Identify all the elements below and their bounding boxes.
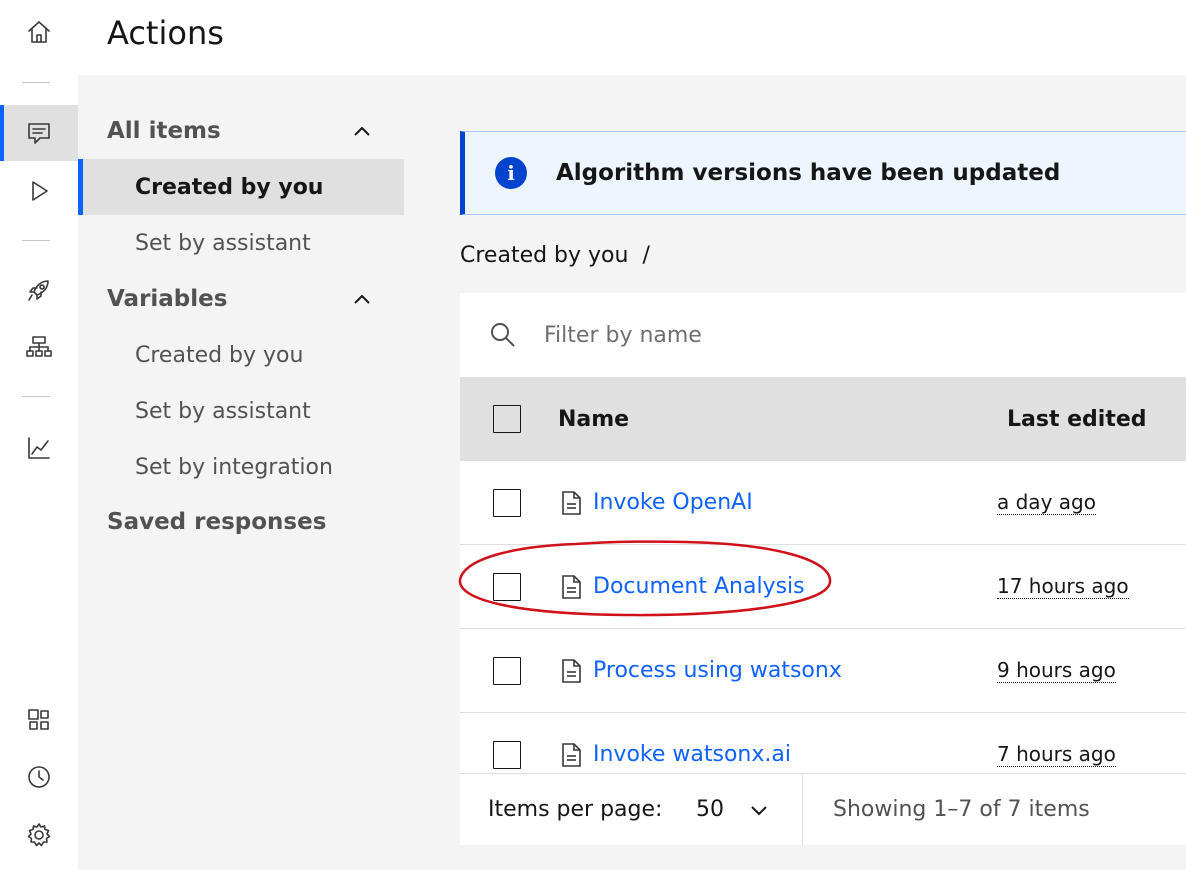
action-link[interactable]: Invoke OpenAI	[593, 490, 753, 515]
breadcrumb-separator: /	[642, 243, 650, 268]
table-search	[460, 293, 1186, 377]
info-icon: i	[495, 157, 527, 189]
analytics-button[interactable]	[0, 420, 78, 476]
nav-item-var-set-by-assistant[interactable]: Set by assistant	[78, 383, 404, 439]
last-edited-time: 17 hours ago	[997, 574, 1129, 599]
page-title: Actions	[107, 14, 224, 52]
items-per-page-select[interactable]: 50	[696, 797, 770, 822]
items-per-page-value: 50	[696, 797, 724, 822]
nav-item-var-set-by-integration[interactable]: Set by integration	[78, 439, 404, 495]
chevron-up-icon	[354, 126, 370, 136]
home-icon	[28, 21, 50, 43]
row-checkbox[interactable]	[493, 488, 521, 517]
integrations-icon	[28, 709, 49, 730]
nav-item-created-by-you[interactable]: Created by you	[78, 159, 404, 215]
rail-divider	[22, 396, 50, 397]
notification-text: Algorithm versions have been updated	[556, 160, 1061, 186]
document-icon	[560, 574, 582, 600]
column-header-name[interactable]: Name	[558, 407, 629, 432]
history-icon	[28, 766, 50, 788]
column-header-last-edited[interactable]: Last edited	[1007, 407, 1147, 432]
breadcrumb: Created by you /	[460, 243, 650, 268]
last-edited-time: a day ago	[997, 490, 1096, 515]
pagination: Items per page: 50 Showing 1–7 of 7 item…	[460, 773, 1186, 846]
environments-button[interactable]	[0, 320, 78, 376]
action-link[interactable]: Invoke watsonx.ai	[593, 742, 791, 767]
analytics-icon	[28, 437, 50, 459]
chat-icon	[28, 123, 50, 144]
nav-item-set-by-assistant[interactable]: Set by assistant	[78, 215, 404, 271]
publish-button[interactable]	[0, 262, 78, 318]
document-icon	[560, 658, 582, 684]
last-edited-time: 9 hours ago	[997, 658, 1116, 683]
row-checkbox[interactable]	[493, 656, 521, 685]
rail-divider	[22, 240, 50, 241]
rocket-icon	[28, 280, 49, 301]
document-icon	[560, 742, 582, 768]
nav-section-all-items[interactable]: All items	[107, 109, 407, 153]
nav-item-saved-responses[interactable]: Saved responses	[107, 509, 326, 535]
history-button[interactable]	[0, 749, 78, 805]
table-header: Name Last edited	[460, 377, 1186, 461]
items-per-page-label: Items per page:	[488, 797, 663, 822]
home-button[interactable]	[0, 4, 78, 60]
settings-icon	[27, 823, 51, 847]
chevron-up-icon	[354, 294, 370, 304]
document-icon	[560, 490, 582, 516]
info-notification: i Algorithm versions have been updated	[460, 131, 1186, 215]
row-checkbox[interactable]	[493, 740, 521, 769]
left-rail	[0, 0, 78, 870]
table-row: Process using watsonx 9 hours ago	[460, 629, 1186, 713]
nav-section-label: Variables	[107, 286, 228, 312]
row-checkbox[interactable]	[493, 572, 521, 601]
actions-button[interactable]	[0, 105, 78, 161]
main-content: All items Created by you Set by assistan…	[78, 75, 1186, 870]
preview-button[interactable]	[0, 163, 78, 219]
flow-icon	[26, 336, 52, 357]
pagination-status: Showing 1–7 of 7 items	[833, 797, 1090, 822]
integrations-button[interactable]	[0, 692, 78, 748]
select-all-checkbox[interactable]	[493, 405, 521, 433]
settings-button[interactable]	[0, 807, 78, 863]
table-row: Invoke OpenAI a day ago	[460, 461, 1186, 545]
table-row: Document Analysis 17 hours ago	[460, 545, 1186, 629]
last-edited-time: 7 hours ago	[997, 742, 1116, 767]
action-link[interactable]: Document Analysis	[593, 574, 805, 599]
nav-section-variables[interactable]: Variables	[107, 277, 407, 321]
nav-item-var-created-by-you[interactable]: Created by you	[78, 327, 404, 383]
search-input[interactable]	[544, 322, 1144, 348]
rail-divider	[22, 82, 50, 83]
breadcrumb-item[interactable]: Created by you	[460, 243, 628, 268]
chevron-down-icon	[751, 805, 767, 815]
nav-section-label: All items	[107, 118, 221, 144]
search-icon	[491, 323, 515, 347]
pagination-divider	[802, 774, 803, 846]
play-icon	[32, 181, 48, 201]
action-link[interactable]: Process using watsonx	[593, 658, 842, 683]
actions-table: Name Last edited Invoke OpenAI a day ago…	[460, 293, 1186, 846]
